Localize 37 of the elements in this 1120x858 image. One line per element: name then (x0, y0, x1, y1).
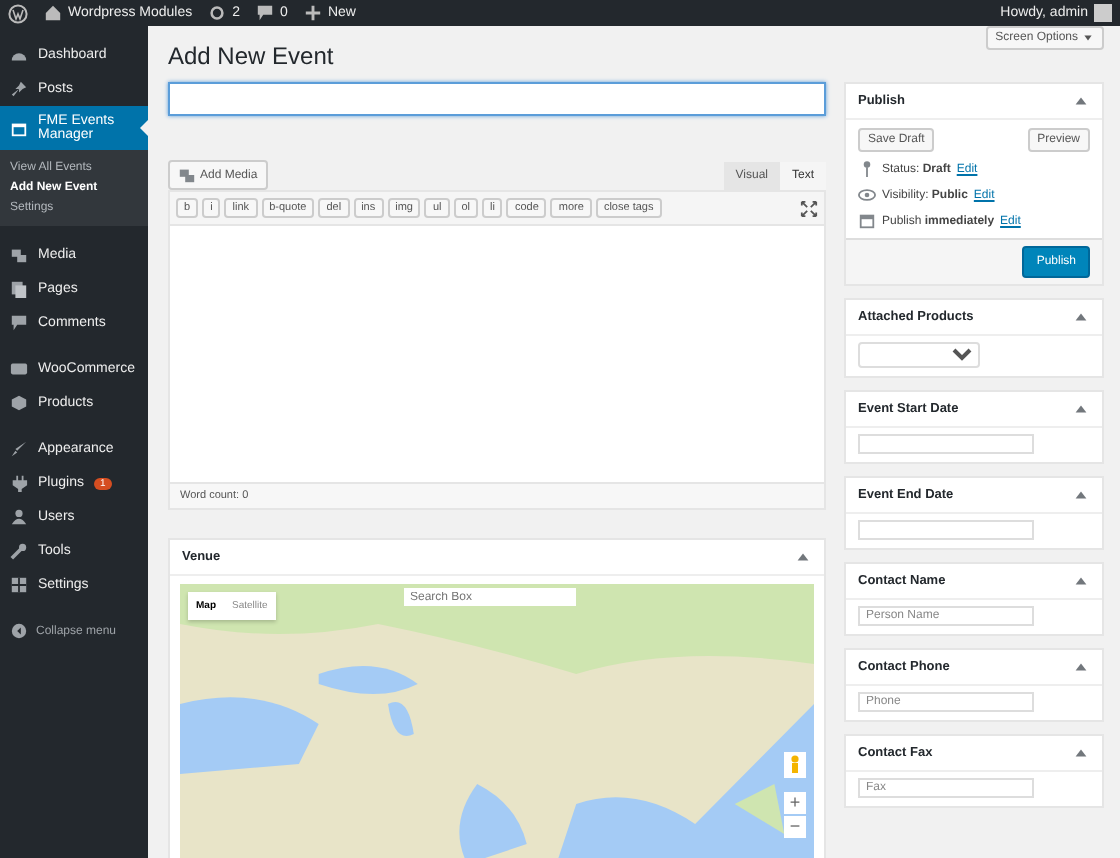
refresh-icon (208, 4, 227, 22)
fullscreen-icon (800, 199, 818, 217)
title-input[interactable] (168, 82, 826, 116)
collapse-arrow-icon (1072, 400, 1090, 418)
speech-bubble-icon (256, 4, 275, 22)
bag-icon (10, 360, 28, 378)
plus-icon (303, 4, 322, 22)
avatar-icon (1094, 4, 1112, 22)
camera-icon (10, 246, 28, 264)
text-field[interactable] (858, 520, 1034, 540)
collapse-arrow-icon (1072, 486, 1090, 504)
grid-icon (10, 576, 28, 594)
collapse-arrow-icon (1072, 658, 1090, 676)
eye-icon (858, 186, 876, 204)
pushpin-icon (10, 80, 28, 98)
brush-icon (10, 440, 28, 458)
products-select[interactable] (858, 342, 980, 368)
cube-icon (10, 394, 28, 412)
page-title: Add New Event (168, 42, 336, 70)
collapse-arrow-icon (1072, 92, 1090, 110)
collapse-arrow-icon (1072, 572, 1090, 590)
media-icon (178, 166, 196, 184)
logo-icon[interactable] (8, 3, 28, 23)
collapse-arrow-icon (1072, 308, 1090, 326)
collapse-arrow-icon (1072, 744, 1090, 762)
caret-icon (1082, 32, 1094, 44)
speech-bubble-icon (10, 314, 28, 332)
plug-icon (10, 474, 28, 492)
wrench-icon (10, 542, 28, 560)
text-field[interactable] (858, 434, 1034, 454)
zoom-in-button[interactable]: + (784, 792, 806, 814)
collapse-icon (10, 622, 28, 640)
collapse-arrow-icon (794, 548, 812, 566)
pin-icon (858, 160, 876, 178)
house-icon (44, 4, 62, 22)
pages-icon (10, 280, 28, 298)
zoom-out-button[interactable]: − (784, 816, 806, 838)
